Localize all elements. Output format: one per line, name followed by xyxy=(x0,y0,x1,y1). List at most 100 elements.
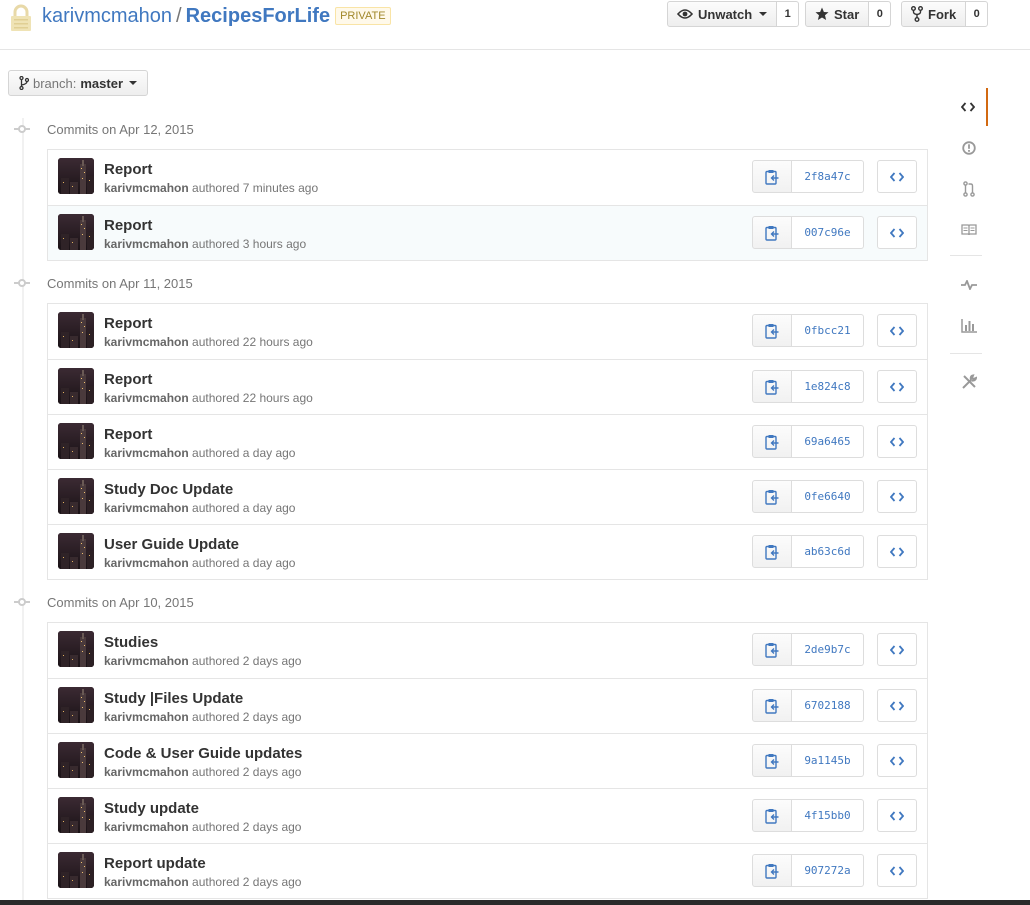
commit-sha-link[interactable]: 9a1145b xyxy=(792,744,864,777)
browse-code-button[interactable] xyxy=(877,160,917,193)
commit-author[interactable]: karivmcmahon xyxy=(104,556,189,570)
copy-sha-button[interactable] xyxy=(752,854,792,887)
commit-message[interactable]: Studies xyxy=(104,634,158,652)
avatar[interactable] xyxy=(58,742,94,778)
fork-icon xyxy=(911,6,923,22)
fork-button[interactable]: Fork xyxy=(901,1,967,27)
commit-sha-link[interactable]: 0fbcc21 xyxy=(792,314,864,347)
commit-author[interactable]: karivmcmahon xyxy=(104,765,189,779)
commit-author[interactable]: karivmcmahon xyxy=(104,181,189,195)
avatar[interactable] xyxy=(58,797,94,833)
copy-sha-button[interactable] xyxy=(752,689,792,722)
copy-sha-button[interactable] xyxy=(752,744,792,777)
sidebar-item-settings[interactable] xyxy=(950,363,988,401)
sidebar-divider xyxy=(950,255,982,256)
sidebar-item-wiki[interactable] xyxy=(950,211,988,249)
commit-message[interactable]: Report xyxy=(104,161,152,179)
avatar[interactable] xyxy=(58,687,94,723)
commit-author[interactable]: karivmcmahon xyxy=(104,446,189,460)
commit-sha-link[interactable]: 6702188 xyxy=(792,689,864,722)
copy-sha-button[interactable] xyxy=(752,425,792,458)
commit-sha-link[interactable]: 2f8a47c xyxy=(792,160,864,193)
browse-code-button[interactable] xyxy=(877,854,917,887)
sidebar-item-code[interactable] xyxy=(950,88,988,126)
commit-sha-link[interactable]: 69a6465 xyxy=(792,425,864,458)
commit-sha-link[interactable]: 007c96e xyxy=(792,216,864,249)
commit-message[interactable]: Report xyxy=(104,371,152,389)
copy-sha-button[interactable] xyxy=(752,535,792,568)
repo-link[interactable]: RecipesForLife xyxy=(186,5,330,27)
avatar[interactable] xyxy=(58,368,94,404)
copy-sha-button[interactable] xyxy=(752,480,792,513)
avatar[interactable] xyxy=(58,533,94,569)
star-button[interactable]: Star xyxy=(805,1,870,27)
commit-dot-icon xyxy=(14,597,30,607)
commit-author[interactable]: karivmcmahon xyxy=(104,820,189,834)
avatar[interactable] xyxy=(58,423,94,459)
group-date: Commits on Apr 10, 2015 xyxy=(47,594,194,610)
avatar[interactable] xyxy=(58,214,94,250)
commit-message[interactable]: User Guide Update xyxy=(104,536,239,554)
forks-count[interactable]: 0 xyxy=(966,1,989,27)
commit-author[interactable]: karivmcmahon xyxy=(104,501,189,515)
code-icon xyxy=(890,227,904,238)
commit-author[interactable]: karivmcmahon xyxy=(104,875,189,889)
commit-message[interactable]: Code & User Guide updates xyxy=(104,745,302,763)
commit-sha-link[interactable]: 4f15bb0 xyxy=(792,799,864,832)
browse-code-button[interactable] xyxy=(877,216,917,249)
stars-count[interactable]: 0 xyxy=(869,1,892,27)
code-icon xyxy=(890,546,904,557)
commit-sha-link[interactable]: ab63c6d xyxy=(792,535,864,568)
group-date: Commits on Apr 11, 2015 xyxy=(47,275,193,291)
code-icon xyxy=(890,700,904,711)
sidebar-item-graphs[interactable] xyxy=(950,307,988,345)
star-icon xyxy=(815,7,829,20)
commit-message[interactable]: Study |Files Update xyxy=(104,690,243,708)
commit-message[interactable]: Report xyxy=(104,426,152,444)
sidebar-item-issues[interactable] xyxy=(950,129,988,167)
copy-sha-button[interactable] xyxy=(752,799,792,832)
commit-message[interactable]: Report xyxy=(104,217,152,235)
avatar[interactable] xyxy=(58,631,94,667)
commit-author[interactable]: karivmcmahon xyxy=(104,654,189,668)
copy-sha-button[interactable] xyxy=(752,633,792,666)
sidebar-item-pull-requests[interactable] xyxy=(950,170,988,208)
code-icon xyxy=(890,865,904,876)
avatar[interactable] xyxy=(58,478,94,514)
copy-sha-button[interactable] xyxy=(752,216,792,249)
commit-time: 2 days ago xyxy=(242,820,302,834)
commit-message[interactable]: Report update xyxy=(104,855,206,873)
branch-selector[interactable]: branch: master xyxy=(8,70,149,96)
browse-code-button[interactable] xyxy=(877,480,917,513)
avatar[interactable] xyxy=(58,158,94,194)
copy-sha-button[interactable] xyxy=(752,314,792,347)
browse-code-button[interactable] xyxy=(877,314,917,347)
browse-code-button[interactable] xyxy=(877,425,917,458)
unwatch-button[interactable]: Unwatch xyxy=(667,1,778,27)
commit-message[interactable]: Study update xyxy=(104,800,199,818)
sidebar-item-pulse[interactable] xyxy=(950,266,988,304)
commit-author[interactable]: karivmcmahon xyxy=(104,335,189,349)
avatar[interactable] xyxy=(58,312,94,348)
avatar[interactable] xyxy=(58,852,94,888)
commit-sha-link[interactable]: 0fe6640 xyxy=(792,480,864,513)
commit-sha-link[interactable]: 907272a xyxy=(792,854,864,887)
commit-author[interactable]: karivmcmahon xyxy=(104,237,189,251)
browse-code-button[interactable] xyxy=(877,633,917,666)
commit-sha-link[interactable]: 1e824c8 xyxy=(792,370,864,403)
browse-code-button[interactable] xyxy=(877,535,917,568)
commit-sha-link[interactable]: 2de9b7c xyxy=(792,633,864,666)
watchers-count[interactable]: 1 xyxy=(777,1,800,27)
commit-message[interactable]: Report xyxy=(104,315,152,333)
copy-sha-button[interactable] xyxy=(752,160,792,193)
commit-message[interactable]: Study Doc Update xyxy=(104,481,233,499)
browse-code-button[interactable] xyxy=(877,799,917,832)
browse-code-button[interactable] xyxy=(877,689,917,722)
browse-code-button[interactable] xyxy=(877,370,917,403)
commit-time: 2 days ago xyxy=(242,875,302,889)
copy-sha-button[interactable] xyxy=(752,370,792,403)
browse-code-button[interactable] xyxy=(877,744,917,777)
owner-link[interactable]: karivmcmahon xyxy=(42,5,172,27)
commit-author[interactable]: karivmcmahon xyxy=(104,710,189,724)
commit-author[interactable]: karivmcmahon xyxy=(104,391,189,405)
